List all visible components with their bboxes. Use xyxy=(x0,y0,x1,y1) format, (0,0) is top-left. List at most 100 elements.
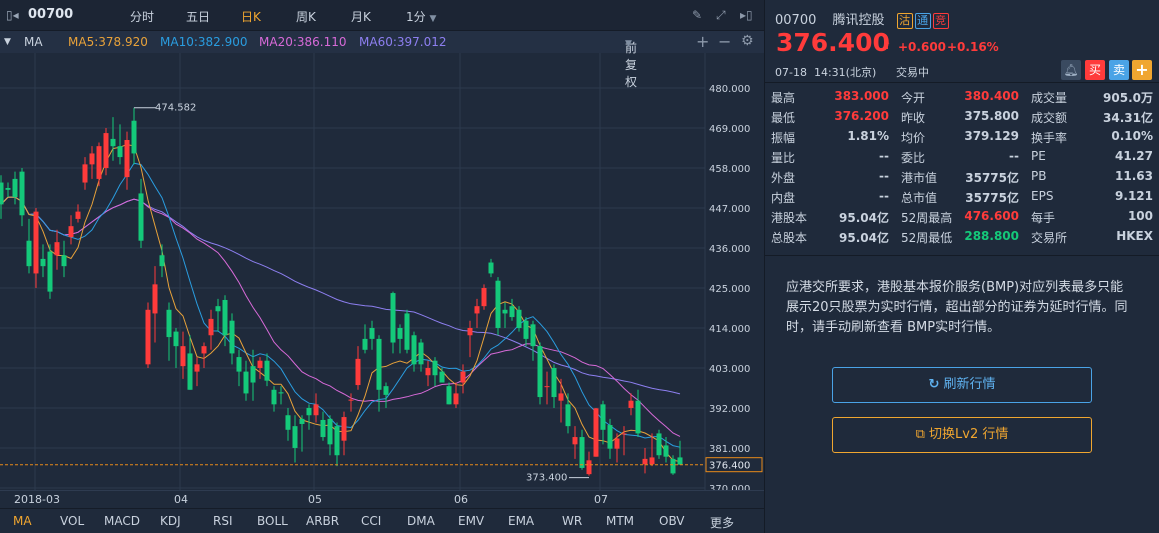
candle xyxy=(453,382,459,408)
candle xyxy=(61,240,67,278)
indicator-tab[interactable]: WR xyxy=(562,514,582,528)
candle xyxy=(439,367,445,383)
y-tick-label: 392.000 xyxy=(709,404,750,415)
candle-body xyxy=(516,309,522,328)
stat-item: 换手率 0.10% xyxy=(1031,129,1153,149)
stat-item: 总股本 95.04亿 xyxy=(771,229,889,249)
fullscreen-icon[interactable]: ⤢ xyxy=(716,8,726,23)
candle xyxy=(390,291,396,354)
stat-item: 交易所 HKEX xyxy=(1031,229,1153,249)
candle xyxy=(460,364,466,394)
candle xyxy=(250,349,256,401)
buy-button[interactable]: 买 xyxy=(1085,60,1105,80)
candle-body xyxy=(586,460,592,475)
indicator-tab[interactable]: OBV xyxy=(659,514,685,528)
indicator-tab[interactable]: CCI xyxy=(361,514,381,528)
stat-item: 外盘 -- xyxy=(771,169,889,189)
stat-value: 376.200 xyxy=(834,109,889,123)
candle-body xyxy=(320,419,326,438)
divider xyxy=(765,255,1159,256)
indicator-tab[interactable]: BOLL xyxy=(257,514,288,528)
zoom-out-icon[interactable]: − xyxy=(718,32,731,51)
tab-minute-dropdown[interactable]: 1分 ▼ xyxy=(406,8,436,25)
candle-body xyxy=(481,287,487,307)
candle xyxy=(278,386,284,405)
tab-daily-k[interactable]: 日K xyxy=(241,8,261,25)
indicator-tab[interactable]: MACD xyxy=(104,514,140,528)
quote-code: 00700 xyxy=(775,13,817,28)
pencil-icon[interactable]: ✎ xyxy=(692,8,702,22)
candle xyxy=(607,418,613,459)
candle xyxy=(117,124,123,165)
switch-lv2-button[interactable]: ⧉ 切换Lv2 行情 xyxy=(832,417,1092,453)
zoom-in-icon[interactable]: + xyxy=(696,32,709,51)
indicator-tab[interactable]: EMV xyxy=(458,514,484,528)
stat-label: 委比 xyxy=(901,151,926,165)
candle xyxy=(75,204,81,223)
stat-label: 换手率 xyxy=(1031,131,1068,145)
ma60-line xyxy=(0,196,681,395)
candle xyxy=(663,437,669,463)
candle xyxy=(208,309,214,350)
add-watchlist-button[interactable]: + xyxy=(1132,60,1152,80)
connect-badge: 通 xyxy=(914,13,931,29)
collapse-right-icon[interactable]: ▸▯ xyxy=(740,8,753,22)
arrow-up-icon: ⬆ xyxy=(882,39,892,52)
candle xyxy=(292,415,298,463)
stat-item: 最低 376.200 xyxy=(771,109,889,129)
stat-value: -- xyxy=(879,189,889,203)
indicator-tab[interactable]: MTM xyxy=(606,514,634,528)
x-tick-label: 07 xyxy=(594,493,608,506)
ma-legend-bar: ▼ MA MA5:378.920 MA10:382.900 MA20:386.1… xyxy=(0,31,764,89)
tab-five-day[interactable]: 五日 xyxy=(186,8,210,25)
refresh-quote-button[interactable]: ↻ 刷新行情 xyxy=(832,367,1092,403)
gear-icon[interactable]: ⚙ xyxy=(741,33,754,49)
candlestick-chart[interactable]: 480.000 469.000 458.000 447.000 436.000 425.0… xyxy=(0,53,764,490)
candle xyxy=(495,277,501,336)
candle-body xyxy=(152,284,158,314)
candle xyxy=(0,175,4,219)
candle-body xyxy=(411,335,417,365)
candle-body xyxy=(271,389,277,405)
candle xyxy=(257,357,263,379)
indicator-tab[interactable]: VOL xyxy=(60,514,84,528)
candle-body xyxy=(502,309,508,314)
indicator-tab[interactable]: EMA xyxy=(508,514,534,528)
candle xyxy=(621,426,627,456)
indicator-tab[interactable]: MA xyxy=(13,514,32,528)
candle xyxy=(327,415,333,456)
candle xyxy=(19,167,25,227)
stat-label: 52周最高 xyxy=(901,211,953,225)
stat-item: 成交额 34.31亿 xyxy=(1031,109,1153,129)
stat-value: HKEX xyxy=(1116,229,1153,243)
candle-body xyxy=(96,146,102,179)
indicator-tab[interactable]: ARBR xyxy=(306,514,339,528)
indicator-tab[interactable]: KDJ xyxy=(160,514,181,528)
tab-monthly-k[interactable]: 月K xyxy=(351,8,371,25)
tab-intraday[interactable]: 分时 xyxy=(130,8,154,25)
stat-label: EPS xyxy=(1031,189,1054,203)
candle xyxy=(656,429,662,459)
alert-bell-icon[interactable]: 🔔︎ xyxy=(1061,60,1081,80)
indicator-tab[interactable]: 更多 xyxy=(710,514,734,531)
candle-body xyxy=(390,293,396,343)
indicator-tab[interactable]: DMA xyxy=(407,514,435,528)
stock-code: 00700 xyxy=(28,7,74,22)
stat-value: 34.31亿 xyxy=(1103,111,1153,125)
tab-weekly-k[interactable]: 周K xyxy=(296,8,316,25)
collapse-left-icon[interactable]: ▯◂ xyxy=(6,8,19,22)
sell-button[interactable]: 卖 xyxy=(1109,60,1129,80)
candle xyxy=(369,320,375,350)
stat-value: 288.800 xyxy=(964,229,1019,243)
candle xyxy=(236,349,242,387)
chevron-down-icon[interactable]: ▼ xyxy=(4,37,11,47)
candle xyxy=(47,244,53,299)
candle xyxy=(124,131,130,190)
candle-body xyxy=(572,437,578,445)
indicator-name[interactable]: MA xyxy=(24,35,43,49)
candle-body xyxy=(180,346,186,367)
candle-body xyxy=(495,280,501,328)
indicator-tab[interactable]: RSI xyxy=(213,514,233,528)
chart-panel: ▯◂ 00700 分时 五日 日K 周K 月K 1分 ▼ ✎ ⤢ ▸▯ ▼ MA… xyxy=(0,0,764,533)
candle xyxy=(215,298,221,332)
